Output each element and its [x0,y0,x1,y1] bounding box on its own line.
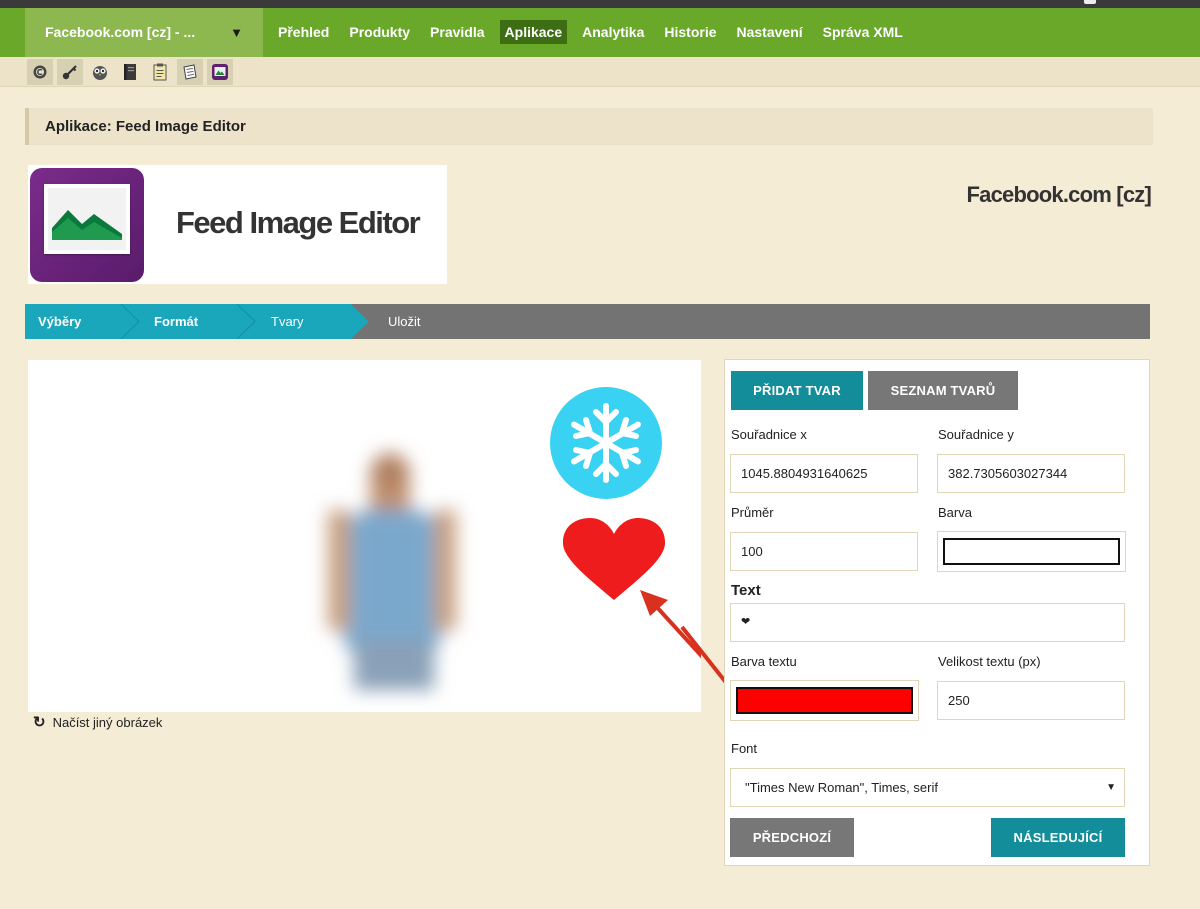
window-top-strip [0,0,1200,8]
text-color-swatch [736,687,913,714]
nav-item-nastaveni[interactable]: Nastavení [732,20,808,44]
text-size-input[interactable]: 250 [937,681,1125,720]
nav-item-sprava-xml[interactable]: Správa XML [818,20,908,44]
reload-image-link[interactable]: ↻ Načíst jiný obrázek [33,713,162,731]
previous-button[interactable]: PŘEDCHOZÍ [730,818,854,857]
next-button[interactable]: NÁSLEDUJÍCÍ [991,818,1125,857]
book-icon[interactable] [117,59,143,85]
x-coordinate-input[interactable]: 1045.8804931640625 [730,454,918,493]
mountain-icon [48,188,126,250]
reload-image-label: Načíst jiný obrázek [52,714,163,730]
main-menu: Přehled Produkty Pravidla Aplikace Analy… [273,20,918,44]
product-photo [328,453,456,690]
window-knob [1084,0,1096,4]
nav-item-produkty[interactable]: Produkty [344,20,415,44]
color-picker[interactable] [937,531,1126,572]
page-title: Aplikace: Feed Image Editor [25,108,1153,145]
caret-down-icon: ▼ [230,25,243,40]
nav-item-prehled[interactable]: Přehled [273,20,334,44]
y-coordinate-input[interactable]: 382.7305603027344 [937,454,1125,493]
app-logo [30,168,144,282]
wizard-step-format[interactable]: Formát [154,304,198,339]
caret-down-icon: ▼ [1106,782,1116,793]
text-label: Text [731,582,761,599]
text-input[interactable]: ❤ [730,603,1125,642]
font-select-value: "Times New Roman", Times, serif [745,780,938,795]
shop-selector[interactable]: Facebook.com [cz] - ... ▼ [25,8,263,57]
font-label: Font [731,741,758,756]
shop-selector-label: Facebook.com [cz] - ... [45,24,196,40]
shape-list-button[interactable]: SEZNAM TVARŮ [868,371,1018,410]
font-select[interactable]: "Times New Roman", Times, serif ▼ [730,768,1125,807]
text-size-label: Velikost textu (px) [938,654,1041,669]
image-editor-icon[interactable] [207,59,233,85]
image-preview[interactable] [28,360,701,712]
note-icon[interactable] [177,59,203,85]
nav-item-pravidla[interactable]: Pravidla [425,20,489,44]
app-logo-frame [44,184,130,254]
preview-shapes [328,387,701,690]
shop-name: Facebook.com [cz] [966,182,1152,207]
y-coordinate-label: Souřadnice y [938,427,1014,442]
color-label: Barva [938,505,972,520]
clipboard-icon[interactable] [147,59,173,85]
copyright-icon[interactable] [27,59,53,85]
add-shape-button[interactable]: PŘIDAT TVAR [731,371,863,410]
text-color-picker[interactable] [730,680,919,721]
app-toolbar [0,57,1200,87]
wizard-step-vybery[interactable]: Výběry [38,304,81,339]
nav-item-analytika[interactable]: Analytika [577,20,649,44]
shape-form-panel: PŘIDAT TVAR SEZNAM TVARŮ Souřadnice x 10… [724,359,1150,866]
heart-shape[interactable] [562,518,666,600]
app-header: Feed Image Editor [28,165,447,284]
refresh-icon: ↻ [33,714,46,731]
wizard-step-tvary[interactable]: Tvary [271,304,304,339]
nav-item-aplikace[interactable]: Aplikace [499,20,568,44]
wizard-step-ulozit[interactable]: Uložit [388,304,421,339]
key-icon[interactable] [57,59,83,85]
text-color-label: Barva textu [731,654,797,669]
nav-item-historie[interactable]: Historie [659,20,721,44]
app-name: Feed Image Editor [176,205,421,240]
color-swatch [943,538,1120,565]
snowflake-shape[interactable] [550,387,662,499]
wizard-steps: Výběry Formát Tvary Uložit [25,304,1150,339]
main-nav: Facebook.com [cz] - ... ▼ Přehled Produk… [0,8,1200,57]
owl-icon[interactable] [87,59,113,85]
diameter-input[interactable]: 100 [730,532,918,571]
x-coordinate-label: Souřadnice x [731,427,807,442]
diameter-label: Průměr [731,505,774,520]
